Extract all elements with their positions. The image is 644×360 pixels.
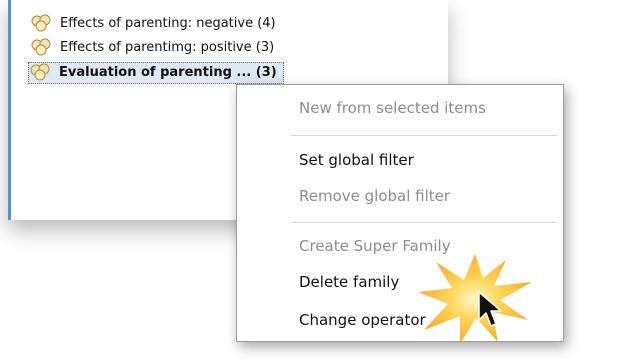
- menu-separator: [291, 135, 557, 136]
- menu-separator: [291, 222, 557, 223]
- family-item-label: Evaluation of parenting ... (3): [59, 65, 277, 80]
- family-item-negative[interactable]: Effects of parenting: negative (4): [30, 14, 276, 34]
- menu-item-remove-global-filter[interactable]: Remove global filter: [299, 183, 450, 209]
- panel-border: [8, 0, 11, 220]
- family-icon: [29, 63, 55, 81]
- family-item-evaluation[interactable]: Evaluation of parenting ... (3): [28, 62, 284, 84]
- context-menu: New from selected items Set global filte…: [236, 84, 564, 342]
- family-item-positive[interactable]: Effects of parentimg: positive (3): [30, 38, 274, 58]
- family-icon: [30, 38, 56, 56]
- menu-item-change-operator[interactable]: Change operator: [299, 307, 426, 333]
- menu-item-set-global-filter[interactable]: Set global filter: [299, 147, 414, 173]
- menu-item-create-super-family[interactable]: Create Super Family: [299, 233, 451, 259]
- menu-item-new-from-selected[interactable]: New from selected items: [299, 95, 486, 121]
- family-icon: [30, 14, 56, 32]
- menu-item-delete-family[interactable]: Delete family: [299, 269, 399, 295]
- family-item-label: Effects of parentimg: positive (3): [60, 40, 275, 55]
- family-item-label: Effects of parenting: negative (4): [60, 16, 276, 31]
- mouse-cursor-icon: [478, 291, 502, 327]
